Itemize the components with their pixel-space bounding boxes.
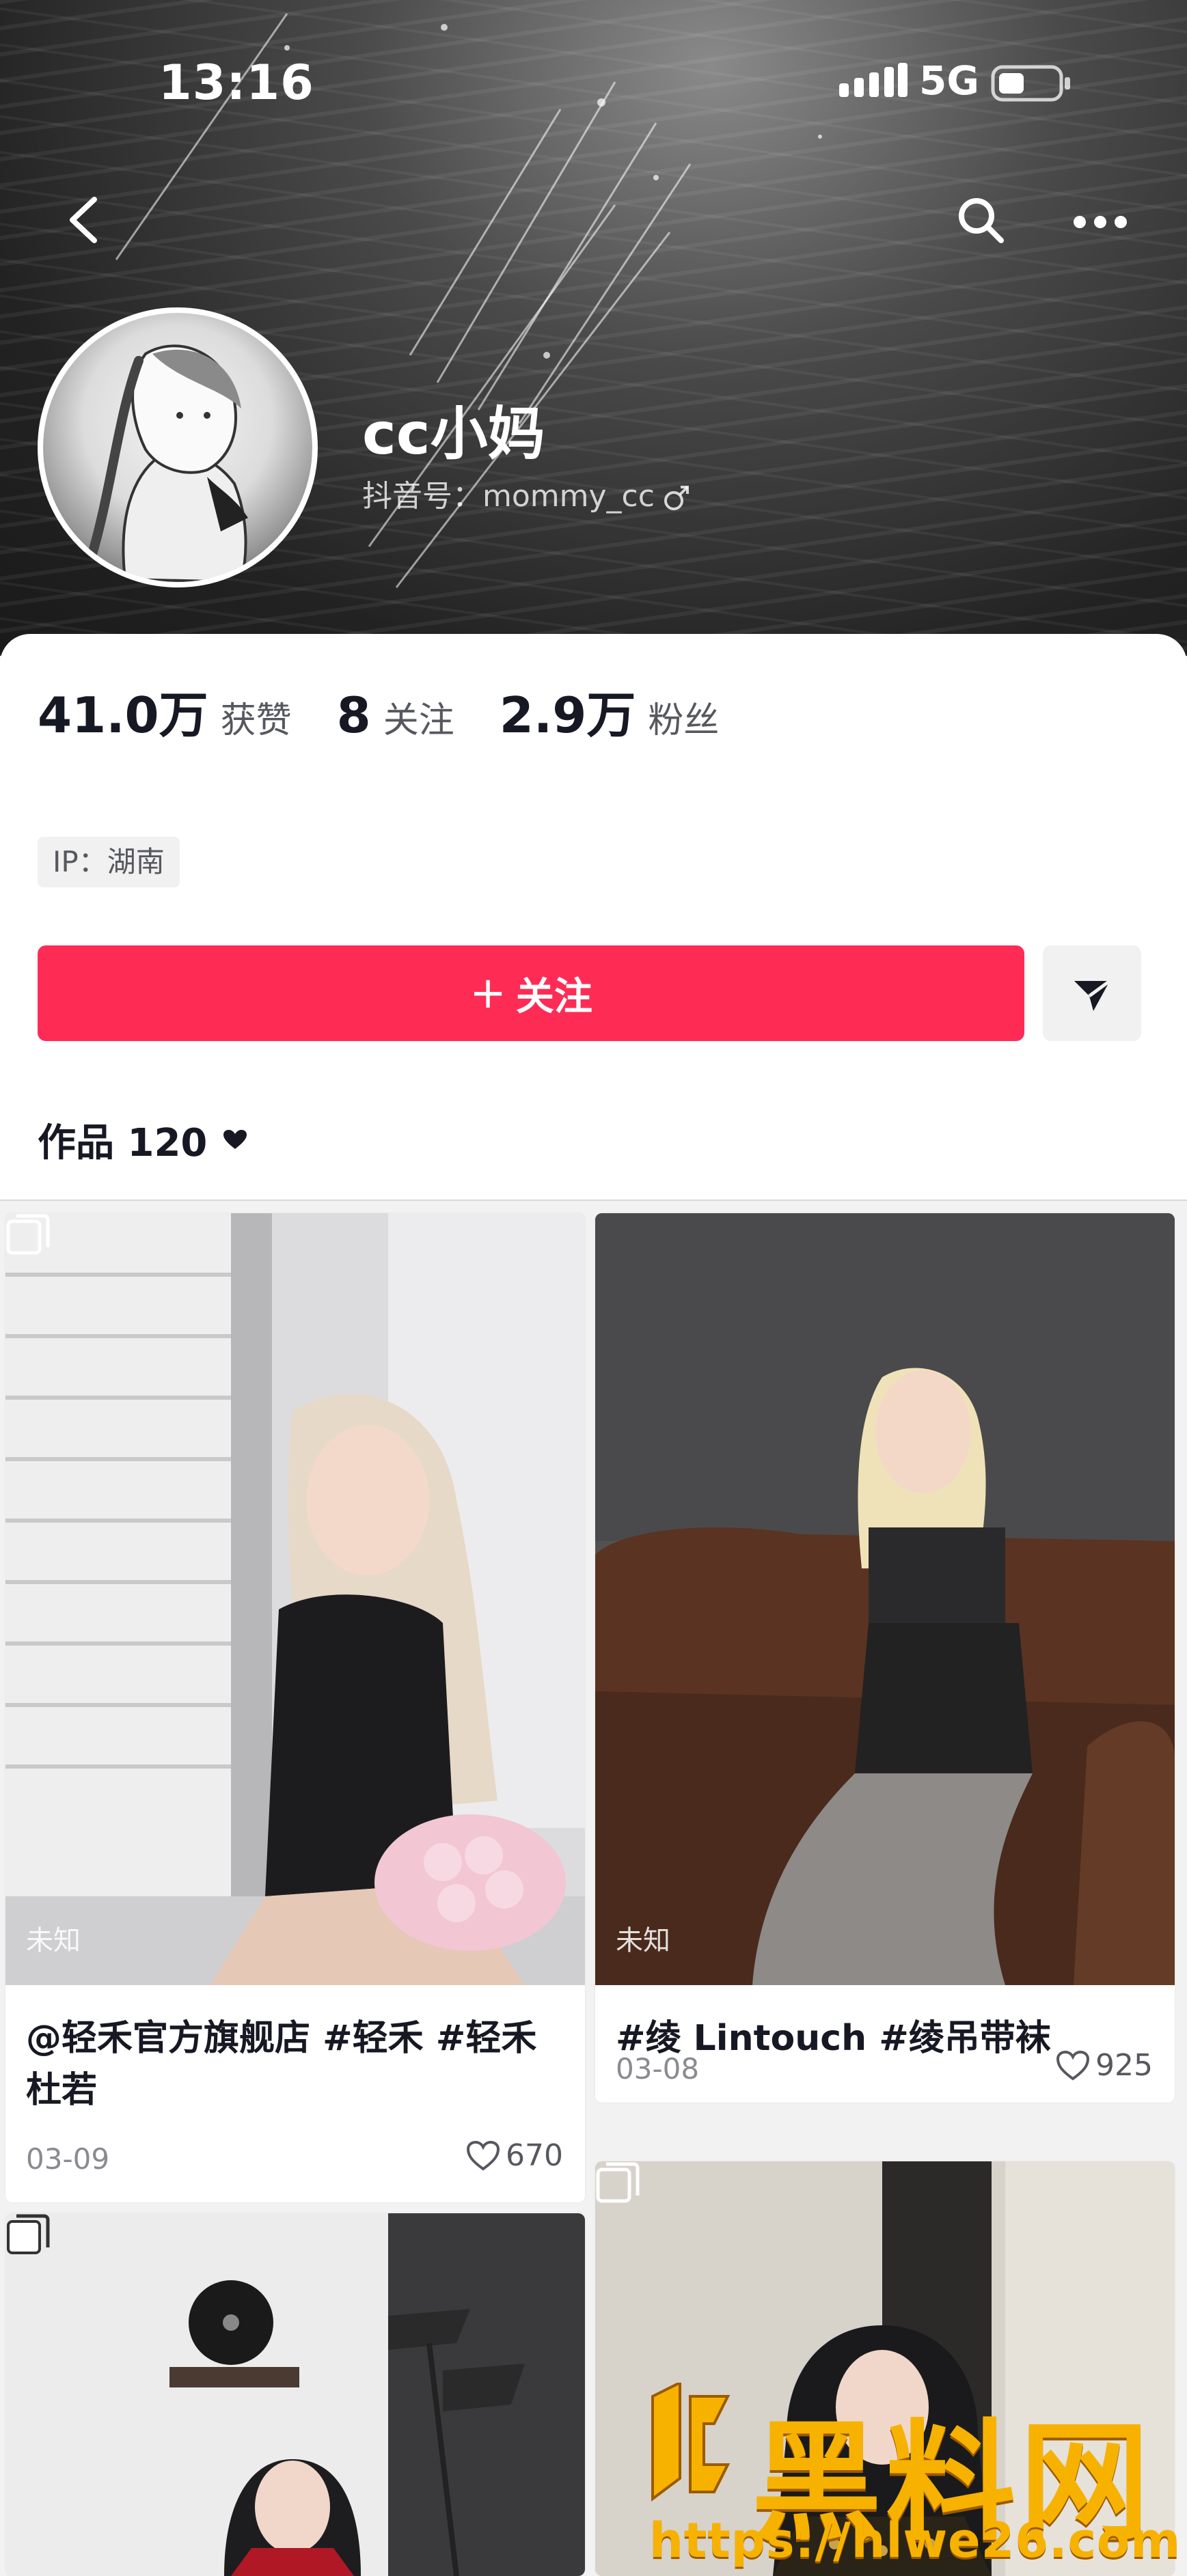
video-likes-2[interactable]: 925 xyxy=(1056,2048,1153,2083)
back-icon[interactable] xyxy=(60,193,108,247)
male-icon xyxy=(664,486,689,510)
thumbnail-watermark-1: 未知 xyxy=(26,1925,81,1956)
video-likes-1[interactable]: 670 xyxy=(466,2138,563,2173)
follow-button[interactable]: + 关注 xyxy=(38,945,1024,1041)
video-likes-count-1: 670 xyxy=(506,2138,563,2173)
heart-icon xyxy=(223,1129,247,1149)
avatar-illustration xyxy=(86,344,248,582)
like-heart-icon xyxy=(467,2140,500,2170)
video-thumbnail-image-2 xyxy=(595,1213,1175,1985)
message-button[interactable] xyxy=(1043,945,1141,1041)
status-bar: 13:16 5G xyxy=(0,0,1187,164)
video-card-2[interactable]: 未知 #绫 Lintouch #绫吊带袜 03-08 925 xyxy=(595,1213,1175,2103)
more-icon[interactable] xyxy=(1069,205,1131,239)
avatar[interactable] xyxy=(38,307,318,587)
profile-stats: 41.0万 获赞 8 关注 2.9万 粉丝 xyxy=(38,675,764,744)
stat-likes-value: 41.0万 xyxy=(38,687,208,744)
tab-divider xyxy=(0,1200,1187,1201)
multi-image-icon xyxy=(596,2162,640,2203)
site-watermark-url: https://hlwe26.com xyxy=(649,2512,1182,2568)
display-name: cc小妈 xyxy=(362,400,545,467)
search-icon[interactable] xyxy=(953,193,1008,247)
signal-icon xyxy=(839,63,908,97)
video-title-1[interactable]: @轻禾官方旗舰店 #轻禾 #轻禾杜若 xyxy=(26,2012,564,2116)
tab-works-label: 作品 120 xyxy=(38,1121,208,1165)
video-thumbnail-1[interactable]: 未知 xyxy=(5,1213,585,1985)
stat-followers-value: 2.9万 xyxy=(499,687,636,744)
stat-followers-label: 粉丝 xyxy=(648,700,720,741)
battery-icon xyxy=(991,65,1070,102)
video-card-1[interactable]: 未知 @轻禾官方旗舰店 #轻禾 #轻禾杜若 03-09 670 xyxy=(5,1213,585,2202)
send-icon xyxy=(1074,979,1111,1011)
profile-panel: 41.0万 获赞 8 关注 2.9万 粉丝 IP：湖南 + 关注 作品 120 xyxy=(0,634,1187,1201)
douyin-id-text: 抖音号：mommy_cc xyxy=(362,479,655,514)
multi-image-icon xyxy=(7,2214,50,2254)
site-logo-icon xyxy=(651,2383,731,2502)
video-thumbnail-3[interactable] xyxy=(5,2213,585,2576)
stat-following-value: 8 xyxy=(336,687,371,744)
like-heart-icon xyxy=(1056,2050,1090,2080)
status-time: 13:16 xyxy=(159,55,314,111)
stat-followers[interactable]: 2.9万 粉丝 xyxy=(500,675,720,747)
stat-likes-label: 获赞 xyxy=(220,700,292,741)
douyin-id: 抖音号：mommy_cc xyxy=(362,471,692,515)
video-likes-count-2: 925 xyxy=(1095,2048,1153,2083)
video-thumbnail-2[interactable]: 未知 xyxy=(595,1213,1175,1985)
plus-icon: + xyxy=(469,968,506,1019)
follow-button-label: 关注 xyxy=(515,974,592,1019)
thumbnail-watermark-2: 未知 xyxy=(616,1925,670,1956)
network-label: 5G xyxy=(919,57,979,104)
video-card-3[interactable] xyxy=(5,2213,585,2576)
video-thumbnail-image-3 xyxy=(5,2213,585,2576)
video-date-1: 03-09 xyxy=(26,2142,110,2176)
video-thumbnail-image-1 xyxy=(5,1213,585,1985)
ip-location-tag: IP：湖南 xyxy=(38,837,180,887)
stat-following-label: 关注 xyxy=(383,700,454,741)
stat-likes[interactable]: 41.0万 获赞 xyxy=(38,675,292,747)
stat-following[interactable]: 8 关注 xyxy=(337,687,454,744)
profile-header: 13:16 5G cc小妈 抖音号：mommy_cc xyxy=(0,0,1187,656)
tab-works[interactable]: 作品 120 xyxy=(38,1112,247,1167)
multi-image-icon xyxy=(6,1214,50,1255)
video-date-2: 03-08 xyxy=(616,2052,700,2086)
